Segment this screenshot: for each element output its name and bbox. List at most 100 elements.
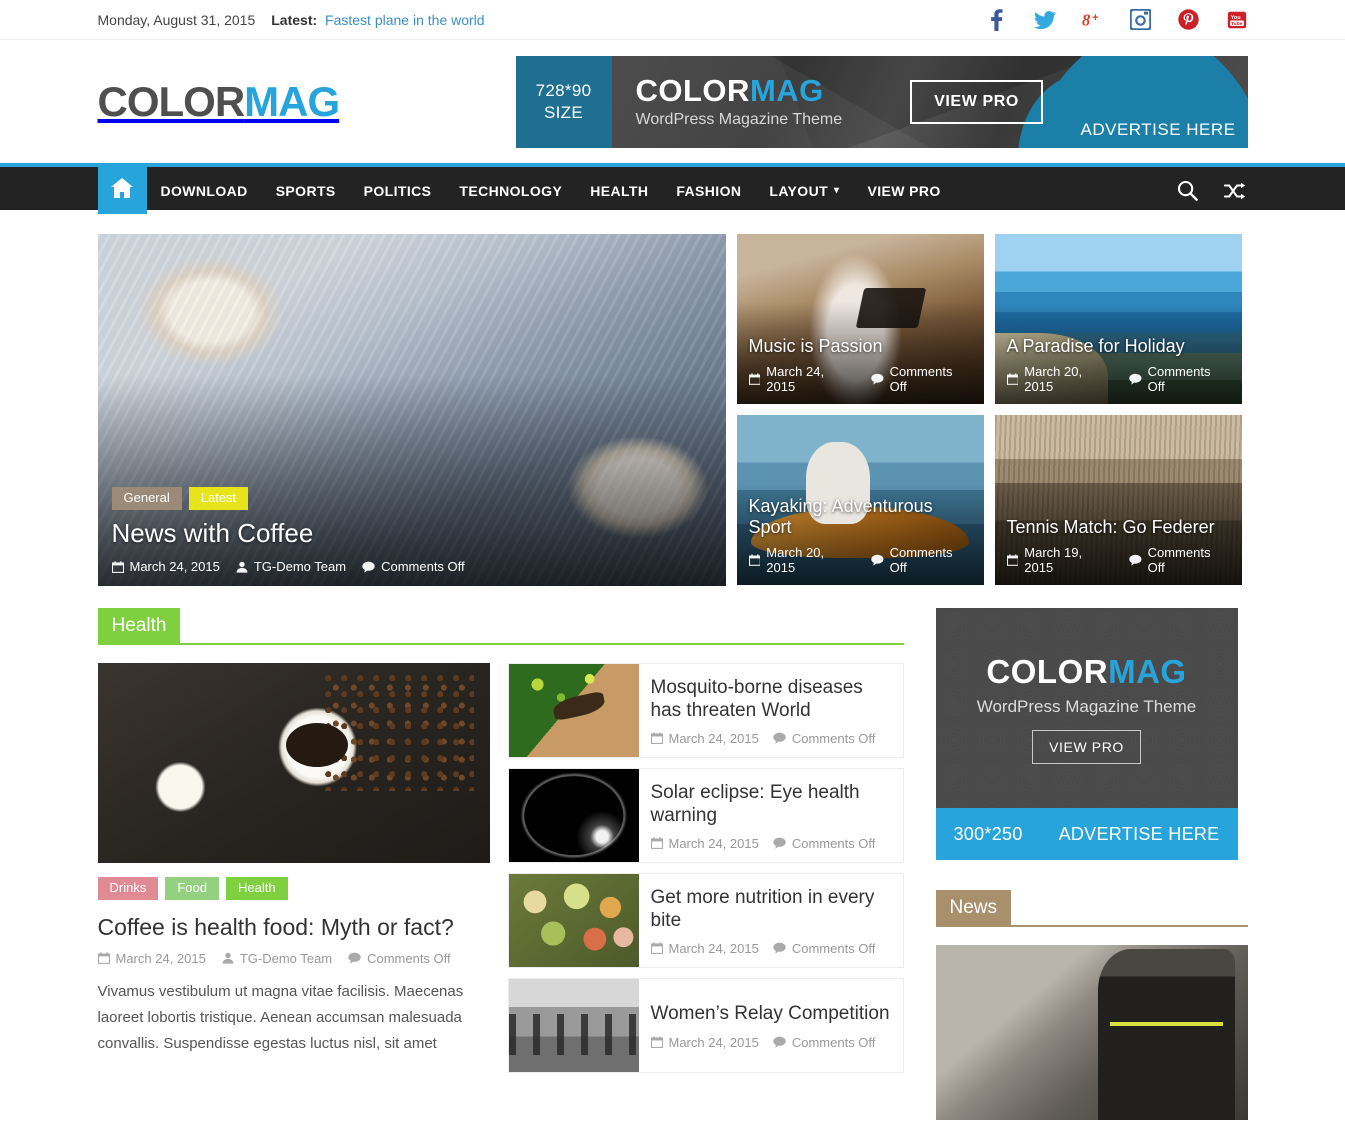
featured-post-kayaking[interactable]: Kayaking: Adventurous Sport March 20, 20… [736, 415, 984, 585]
random-post-icon[interactable] [1223, 182, 1246, 200]
sidebar-ad-title-primary: COLOR [986, 652, 1109, 690]
news-widget-post[interactable] [935, 945, 1248, 1120]
list-item-meta: March 24, 2015 Comments Off [650, 730, 893, 746]
sidebar-ad-size: 300*250 [953, 823, 1023, 844]
sidebar-ad-body: COLORMAG WordPress Magazine Theme VIEW P… [935, 608, 1238, 808]
health-category-badges: Drinks Food Health [97, 877, 490, 900]
health-feature-post[interactable]: Drinks Food Health Coffee is health food… [97, 663, 490, 1073]
sidebar-ad-subtitle: WordPress Magazine Theme [976, 696, 1197, 716]
calendar-icon [111, 560, 124, 573]
news-widget-image [935, 945, 1248, 1120]
calendar-icon [650, 837, 663, 850]
badge-drinks[interactable]: Drinks [97, 877, 159, 900]
featured-main-post[interactable]: General Latest News with Coffee March 24… [97, 234, 726, 586]
list-item[interactable]: Solar eclipse: Eye health warning March … [507, 768, 904, 863]
comment-icon [871, 554, 884, 566]
nav-tools [1177, 167, 1248, 214]
post-comments: Comments Off [773, 836, 875, 851]
site-logo[interactable]: COLORMAG [97, 77, 341, 125]
list-item-thumbnail [508, 769, 639, 862]
twitter-icon[interactable] [1033, 9, 1056, 31]
nav-item-download[interactable]: DOWNLOAD [147, 167, 262, 214]
health-feature-title[interactable]: Coffee is health food: Myth or fact? [98, 913, 490, 942]
nav-item-health[interactable]: HEALTH [576, 167, 662, 214]
post-meta: March 20, 2015 Comments Off [748, 545, 972, 575]
list-item[interactable]: Get more nutrition in every bite March 2… [507, 873, 904, 968]
list-item[interactable]: Mosquito-borne diseases has threaten Wor… [507, 663, 904, 758]
social-links: 8 + You Tube [986, 8, 1248, 31]
post-author: TG-Demo Team [222, 951, 332, 966]
post-comments: Comments Off [773, 941, 875, 956]
nav-items-wrap: DOWNLOAD SPORTS POLITICS TECHNOLOGY HEAL… [97, 167, 955, 214]
post-date: March 20, 2015 [748, 545, 855, 575]
featured-post-tennis[interactable]: Tennis Match: Go Federer March 19, 2015 … [994, 415, 1242, 585]
featured-post-music[interactable]: Music is Passion March 24, 2015 Comments… [736, 234, 984, 404]
nav-label: POLITICS [363, 182, 432, 199]
featured-main-title[interactable]: News with Coffee [112, 518, 712, 549]
post-comments-text: Comments Off [367, 950, 451, 966]
post-date-text: March 24, 2015 [668, 730, 759, 746]
latest-news-wrap: Latest: Fastest plane in the world [271, 12, 484, 28]
banner-text: COLORMAG WordPress Magazine Theme [636, 75, 843, 129]
section-title-health[interactable]: Health [97, 608, 181, 645]
post-date: March 19, 2015 [1006, 545, 1113, 575]
header-banner-ad[interactable]: 728*90 SIZE COLORMAG WordPress Magazine … [515, 55, 1248, 148]
user-icon [236, 561, 248, 573]
badge-general[interactable]: General [111, 487, 182, 511]
nav-item-layout[interactable]: LAYOUT ▾ [755, 167, 853, 214]
facebook-icon[interactable] [986, 8, 1008, 31]
post-author-text[interactable]: TG-Demo Team [240, 951, 332, 966]
section-title-news[interactable]: News [935, 890, 1012, 927]
nav-item-view-pro[interactable]: VIEW PRO [853, 167, 954, 214]
post-title[interactable]: Kayaking: Adventurous Sport [749, 496, 972, 539]
list-item-thumbnail [508, 874, 639, 967]
post-comments: Comments Off [1129, 364, 1230, 394]
search-icon[interactable] [1177, 180, 1198, 201]
nav-home-button[interactable] [97, 167, 147, 214]
list-item-title[interactable]: Mosquito-borne diseases has threaten Wor… [651, 677, 893, 722]
post-title[interactable]: Tennis Match: Go Federer [1007, 517, 1230, 539]
health-feature-meta: March 24, 2015 TG-Demo Team Comments Off [97, 950, 490, 966]
list-item-title[interactable]: Women’s Relay Competition [651, 1003, 890, 1025]
banner-view-pro-button[interactable]: VIEW PRO [910, 79, 1043, 124]
badge-food[interactable]: Food [165, 877, 219, 900]
list-item[interactable]: Women’s Relay Competition March 24, 2015… [507, 978, 904, 1073]
nav-item-fashion[interactable]: FASHION [662, 167, 755, 214]
health-grid: Drinks Food Health Coffee is health food… [97, 663, 904, 1073]
sidebar-ad[interactable]: COLORMAG WordPress Magazine Theme VIEW P… [935, 608, 1238, 860]
banner-advertise-here[interactable]: ADVERTISE HERE [1080, 120, 1235, 140]
badge-health[interactable]: Health [225, 877, 288, 900]
main-navigation: DOWNLOAD SPORTS POLITICS TECHNOLOGY HEAL… [0, 163, 1345, 214]
banner-title-primary: COLOR [635, 72, 750, 108]
post-date: March 24, 2015 [748, 364, 855, 394]
post-date: March 24, 2015 [650, 941, 759, 956]
sidebar-ad-advertise-here[interactable]: ADVERTISE HERE [1059, 824, 1220, 845]
health-post-list: Mosquito-borne diseases has threaten Wor… [507, 663, 904, 1073]
nav-item-technology[interactable]: TECHNOLOGY [445, 167, 576, 214]
comment-icon [871, 373, 884, 385]
googleplus-icon[interactable]: 8 + [1082, 9, 1104, 31]
sidebar-ad-title-accent: MAG [1108, 652, 1187, 690]
post-caption: Music is Passion March 24, 2015 Comments… [737, 326, 984, 404]
list-item-title[interactable]: Solar eclipse: Eye health warning [651, 782, 893, 827]
nav-item-sports[interactable]: SPORTS [262, 167, 350, 214]
latest-news-link[interactable]: Fastest plane in the world [325, 12, 485, 28]
post-title[interactable]: A Paradise for Holiday [1007, 336, 1230, 358]
logo-text-primary: COLOR [97, 77, 246, 125]
current-date: Monday, August 31, 2015 [97, 11, 256, 28]
instagram-icon[interactable] [1130, 9, 1152, 31]
list-item-title[interactable]: Get more nutrition in every bite [651, 887, 893, 932]
featured-main-caption: General Latest News with Coffee March 24… [98, 475, 726, 586]
post-author-text[interactable]: TG-Demo Team [254, 559, 346, 574]
post-title[interactable]: Music is Passion [749, 336, 972, 358]
youtube-icon[interactable]: You Tube [1226, 9, 1248, 31]
pinterest-icon[interactable] [1178, 9, 1200, 31]
nav-item-politics[interactable]: POLITICS [350, 167, 446, 214]
health-feature-body: Drinks Food Health Coffee is health food… [97, 863, 490, 1057]
badge-latest[interactable]: Latest [188, 487, 249, 511]
post-date-text: March 20, 2015 [1024, 364, 1083, 394]
sidebar-ad-view-pro-button[interactable]: VIEW PRO [1032, 729, 1141, 764]
nav-label: SPORTS [275, 182, 336, 199]
featured-post-paradise[interactable]: A Paradise for Holiday March 20, 2015 Co… [994, 234, 1242, 404]
comment-icon [1129, 554, 1142, 566]
